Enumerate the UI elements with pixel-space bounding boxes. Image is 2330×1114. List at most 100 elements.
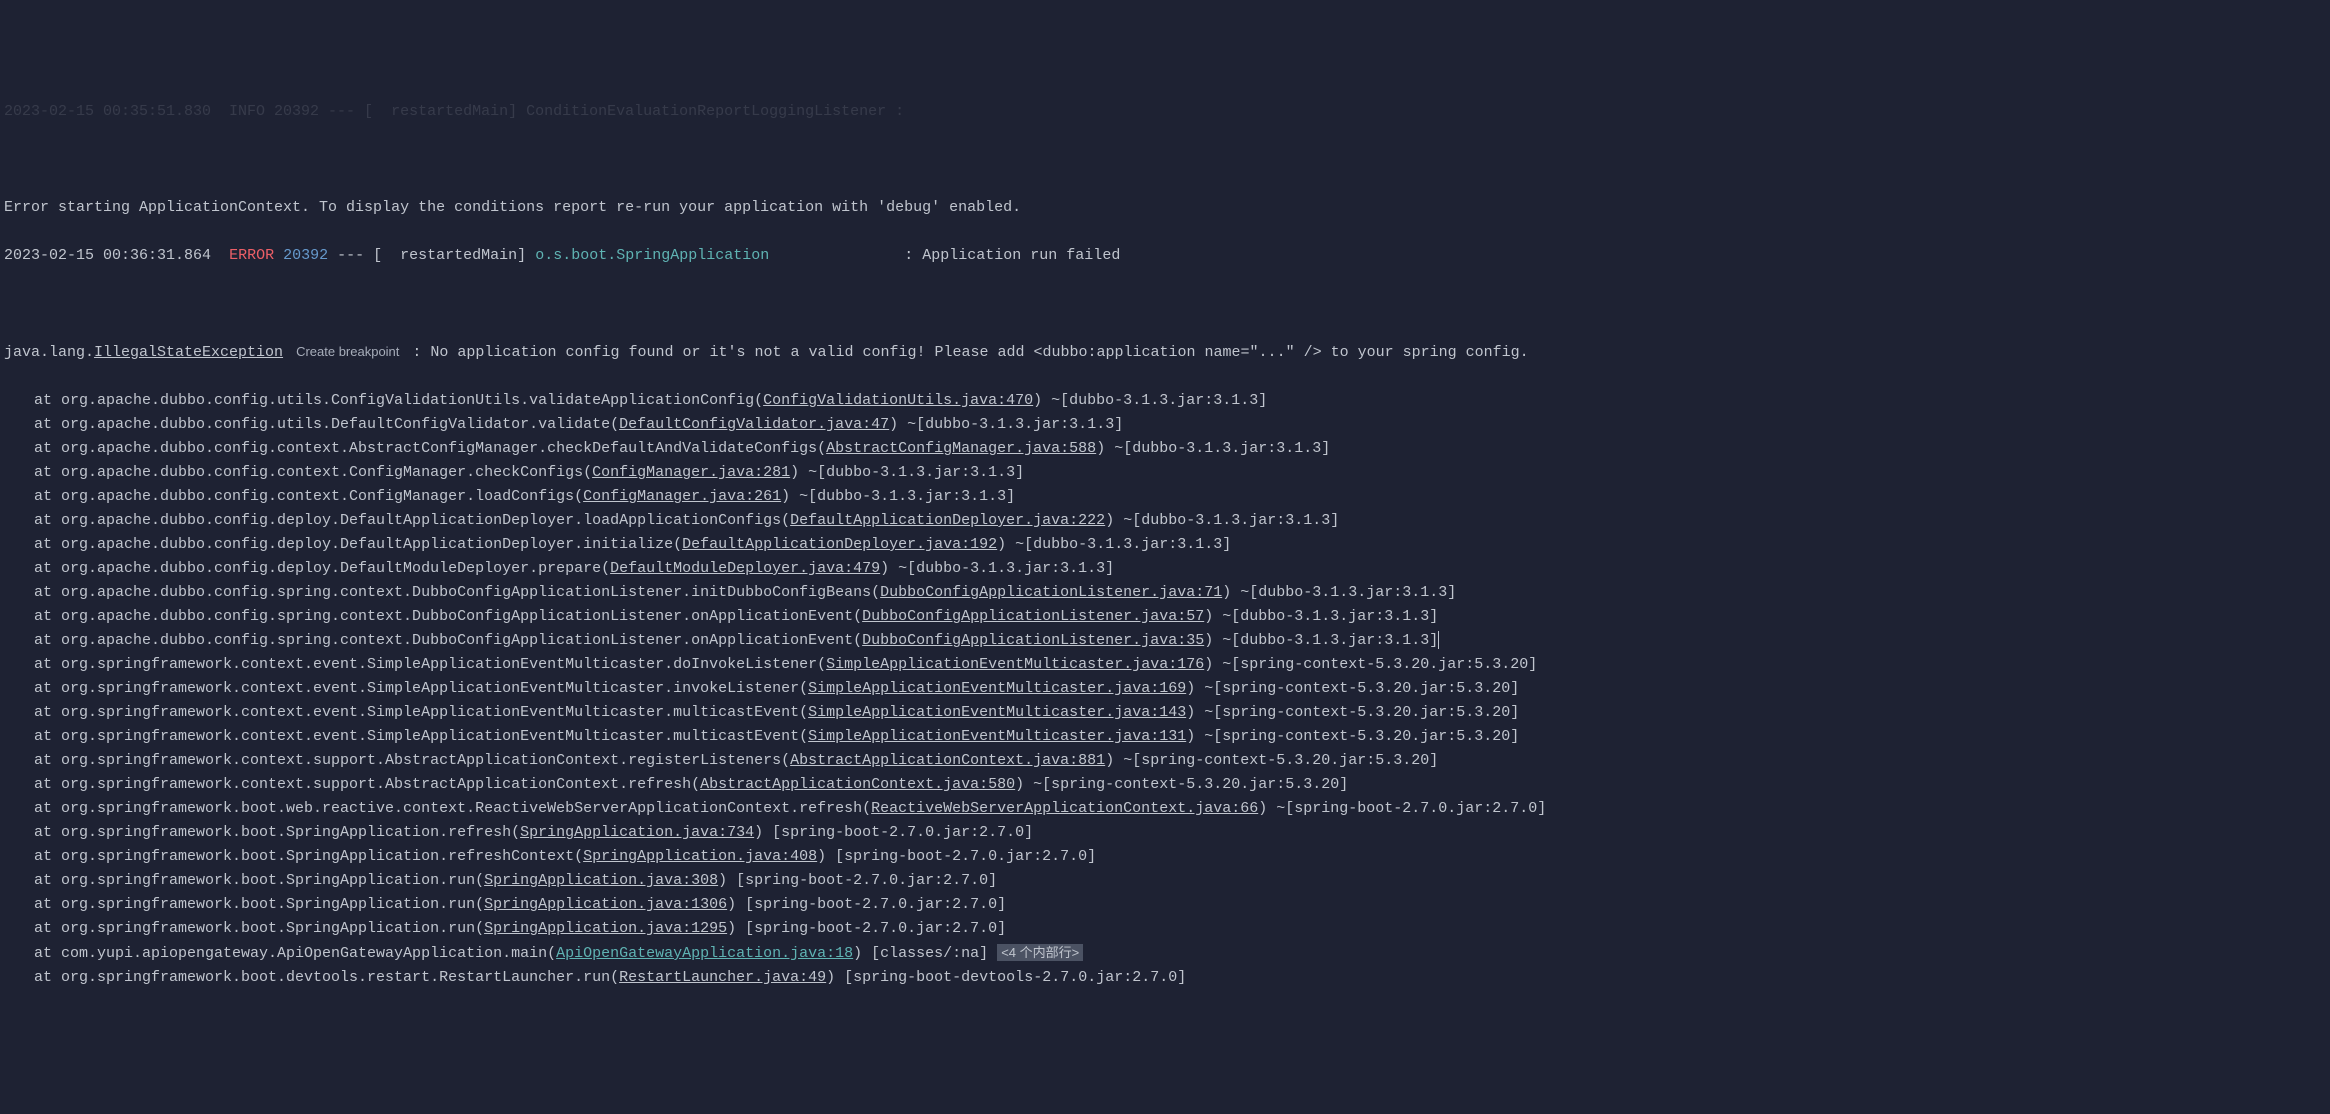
stack-frame-text: at org.springframework.context.event.Sim…: [34, 680, 808, 697]
source-link[interactable]: SimpleApplicationEventMulticaster.java:1…: [808, 704, 1186, 721]
stack-frame-text: at org.springframework.context.event.Sim…: [34, 728, 808, 745]
stack-frame-suffix: ) ~[dubbo-3.1.3.jar:3.1.3]: [997, 536, 1231, 553]
stack-frame: at org.springframework.boot.web.reactive…: [4, 797, 2326, 821]
source-link[interactable]: SpringApplication.java:1306: [484, 896, 727, 913]
log-message: : Application run failed: [904, 247, 1120, 264]
stack-frame-text: at org.springframework.boot.devtools.res…: [34, 969, 619, 986]
stack-frame: at org.springframework.boot.SpringApplic…: [4, 893, 2326, 917]
stack-frame-suffix: ) ~[dubbo-3.1.3.jar:3.1.3]: [1222, 584, 1456, 601]
source-link[interactable]: RestartLauncher.java:49: [619, 969, 826, 986]
thread-name: [ restartedMain]: [373, 247, 526, 264]
source-link[interactable]: AbstractApplicationContext.java:881: [790, 752, 1105, 769]
exception-prefix: java.lang.: [4, 344, 94, 361]
source-link[interactable]: ApiOpenGatewayApplication.java:18: [556, 945, 853, 962]
source-link[interactable]: ConfigValidationUtils.java:470: [763, 392, 1033, 409]
source-link[interactable]: ReactiveWebServerApplicationContext.java…: [871, 800, 1258, 817]
stack-frame-text: at org.springframework.context.support.A…: [34, 776, 700, 793]
stack-frame-suffix: ) ~[spring-context-5.3.20.jar:5.3.20]: [1204, 656, 1537, 673]
stack-frame: at org.apache.dubbo.config.spring.contex…: [4, 605, 2326, 629]
stack-frame-text: at org.springframework.boot.SpringApplic…: [34, 920, 484, 937]
stack-frame-suffix: ) ~[dubbo-3.1.3.jar:3.1.3]: [889, 416, 1123, 433]
source-link[interactable]: SpringApplication.java:408: [583, 848, 817, 865]
stack-frame: at org.apache.dubbo.config.deploy.Defaul…: [4, 557, 2326, 581]
exception-line: java.lang.IllegalStateException Create b…: [4, 340, 2326, 365]
stack-frame-text: at org.springframework.context.event.Sim…: [34, 704, 808, 721]
stack-frame-suffix: ) ~[dubbo-3.1.3.jar:3.1.3]: [1204, 608, 1438, 625]
stack-frame-suffix: ) ~[spring-context-5.3.20.jar:5.3.20]: [1015, 776, 1348, 793]
stack-frame-text: at org.apache.dubbo.config.deploy.Defaul…: [34, 560, 610, 577]
exception-message: : No application config found or it's no…: [412, 344, 1528, 361]
source-link[interactable]: SpringApplication.java:1295: [484, 920, 727, 937]
stack-frame: at org.springframework.context.event.Sim…: [4, 725, 2326, 749]
stack-frame: at org.springframework.boot.SpringApplic…: [4, 869, 2326, 893]
stack-frame-text: at com.yupi.apiopengateway.ApiOpenGatewa…: [34, 945, 556, 962]
stack-frame-suffix: ) ~[spring-context-5.3.20.jar:5.3.20]: [1186, 680, 1519, 697]
source-link[interactable]: SpringApplication.java:308: [484, 872, 718, 889]
stack-frame: at org.apache.dubbo.config.spring.contex…: [4, 581, 2326, 605]
source-link[interactable]: SpringApplication.java:734: [520, 824, 754, 841]
blank-line: [4, 148, 2326, 172]
log-line-partial: 2023-02-15 00:35:51.830 INFO 20392 --- […: [4, 100, 2326, 124]
create-breakpoint-button[interactable]: Create breakpoint: [292, 344, 403, 359]
stack-frame: at org.apache.dubbo.config.spring.contex…: [4, 629, 2326, 653]
stack-frame: at org.springframework.boot.SpringApplic…: [4, 845, 2326, 869]
stack-frame-suffix: ) ~[spring-context-5.3.20.jar:5.3.20]: [1186, 704, 1519, 721]
stack-frame-text: at org.apache.dubbo.config.utils.ConfigV…: [34, 392, 763, 409]
stack-frame-text: at org.apache.dubbo.config.context.Confi…: [34, 464, 592, 481]
logger-name: o.s.boot.SpringApplication: [535, 247, 769, 264]
stack-frame-suffix: ) ~[dubbo-3.1.3.jar:3.1.3]: [1204, 632, 1438, 649]
source-link[interactable]: SimpleApplicationEventMulticaster.java:1…: [808, 680, 1186, 697]
stack-frame: at org.springframework.boot.SpringApplic…: [4, 821, 2326, 845]
stack-frame-text: at org.springframework.boot.SpringApplic…: [34, 824, 520, 841]
source-link[interactable]: ConfigManager.java:261: [583, 488, 781, 505]
source-link[interactable]: DubboConfigApplicationListener.java:71: [880, 584, 1222, 601]
stack-frame-text: at org.apache.dubbo.config.spring.contex…: [34, 584, 880, 601]
stack-frame-suffix: ) [spring-boot-2.7.0.jar:2.7.0]: [727, 896, 1006, 913]
stack-frame: at org.apache.dubbo.config.context.Confi…: [4, 461, 2326, 485]
stack-frame-suffix: ) [spring-boot-devtools-2.7.0.jar:2.7.0]: [826, 969, 1186, 986]
exception-class-link[interactable]: IllegalStateException: [94, 344, 283, 361]
stack-frame-suffix: ) ~[dubbo-3.1.3.jar:3.1.3]: [781, 488, 1015, 505]
source-link[interactable]: AbstractApplicationContext.java:580: [700, 776, 1015, 793]
stack-frame: at org.apache.dubbo.config.deploy.Defaul…: [4, 509, 2326, 533]
stack-frame: at org.springframework.context.support.A…: [4, 773, 2326, 797]
stack-frame: at org.springframework.context.event.Sim…: [4, 701, 2326, 725]
stack-frame-suffix: ) [spring-boot-2.7.0.jar:2.7.0]: [727, 920, 1006, 937]
source-link[interactable]: ConfigManager.java:281: [592, 464, 790, 481]
stack-frame-suffix: ) [spring-boot-2.7.0.jar:2.7.0]: [754, 824, 1033, 841]
stack-frame: at org.springframework.context.event.Sim…: [4, 677, 2326, 701]
stack-frame-text: at org.springframework.context.support.A…: [34, 752, 790, 769]
stack-frame-text: at org.apache.dubbo.config.spring.contex…: [34, 632, 862, 649]
stack-frame-suffix: ) ~[spring-context-5.3.20.jar:5.3.20]: [1186, 728, 1519, 745]
source-link[interactable]: DefaultModuleDeployer.java:479: [610, 560, 880, 577]
source-link[interactable]: SimpleApplicationEventMulticaster.java:1…: [826, 656, 1204, 673]
source-link[interactable]: DubboConfigApplicationListener.java:35: [862, 632, 1204, 649]
source-link[interactable]: DefaultConfigValidator.java:47: [619, 416, 889, 433]
stack-frame-suffix: ) [spring-boot-2.7.0.jar:2.7.0]: [817, 848, 1096, 865]
stack-frame: at org.apache.dubbo.config.context.Abstr…: [4, 437, 2326, 461]
error-context-line: Error starting ApplicationContext. To di…: [4, 196, 2326, 220]
separator: ---: [337, 247, 364, 264]
stack-frame-text: at org.apache.dubbo.config.deploy.Defaul…: [34, 512, 790, 529]
stack-frame-text: at org.apache.dubbo.config.context.Confi…: [34, 488, 583, 505]
stack-frame: at org.springframework.boot.SpringApplic…: [4, 917, 2326, 941]
stack-frame-text: at org.springframework.boot.SpringApplic…: [34, 872, 484, 889]
timestamp: 2023-02-15 00:36:31.864: [4, 247, 211, 264]
stack-frame-text: at org.apache.dubbo.config.deploy.Defaul…: [34, 536, 682, 553]
blank-line: [4, 292, 2326, 316]
log-level-error: ERROR: [229, 247, 274, 264]
stack-frame-text: at org.springframework.boot.SpringApplic…: [34, 848, 583, 865]
source-link[interactable]: DefaultApplicationDeployer.java:222: [790, 512, 1105, 529]
stack-frame: at org.springframework.boot.devtools.res…: [4, 966, 2326, 990]
source-link[interactable]: DefaultApplicationDeployer.java:192: [682, 536, 997, 553]
stack-frame-suffix: ) ~[dubbo-3.1.3.jar:3.1.3]: [790, 464, 1024, 481]
source-link[interactable]: DubboConfigApplicationListener.java:57: [862, 608, 1204, 625]
source-link[interactable]: AbstractConfigManager.java:588: [826, 440, 1096, 457]
stack-frame: at org.apache.dubbo.config.utils.Default…: [4, 413, 2326, 437]
source-link[interactable]: SimpleApplicationEventMulticaster.java:1…: [808, 728, 1186, 745]
stack-frame-text: at org.springframework.boot.web.reactive…: [34, 800, 871, 817]
stack-frame-text: at org.apache.dubbo.config.utils.Default…: [34, 416, 619, 433]
stack-frame: at org.springframework.context.support.A…: [4, 749, 2326, 773]
internal-frames-badge[interactable]: <4 个内部行>: [997, 944, 1083, 961]
stack-frame-text: at org.springframework.context.event.Sim…: [34, 656, 826, 673]
